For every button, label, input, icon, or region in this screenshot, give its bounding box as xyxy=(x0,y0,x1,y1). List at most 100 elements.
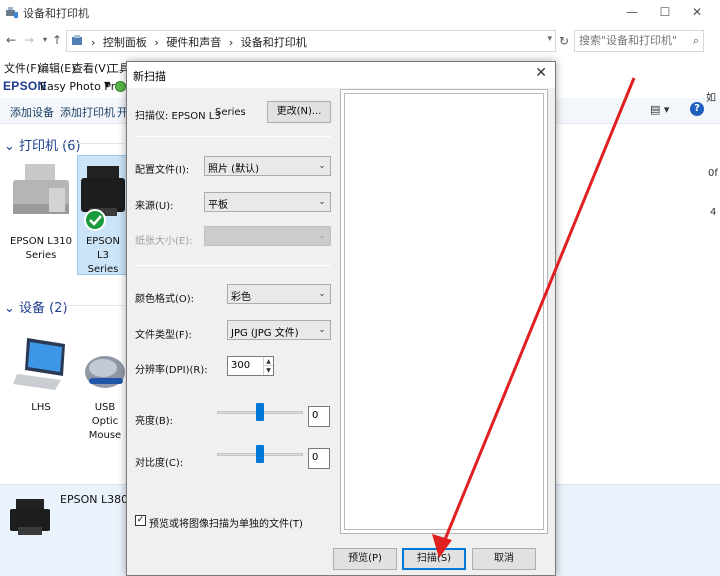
paper-size-label: 纸张大小(E): xyxy=(135,236,193,247)
change-view-icon[interactable]: ▤ ▾ xyxy=(650,103,669,116)
printer-item-epson-l380[interactable]: EPSON L3 Series xyxy=(79,160,127,277)
separator xyxy=(135,136,331,137)
device-item-lhs[interactable]: LHS xyxy=(10,334,72,415)
resolution-stepper[interactable]: 300 ▲ ▼ xyxy=(227,356,274,376)
new-scan-dialog: 新扫描 ✕ 扫描仪: EPSON L3 Series 更改(N)... 配置文件… xyxy=(126,61,556,576)
brightness-input[interactable]: 0 xyxy=(308,406,330,427)
scanner-suffix: Series xyxy=(215,107,246,118)
brightness-slider[interactable] xyxy=(217,403,303,423)
profile-label: 配置文件(I): xyxy=(135,165,190,176)
printer-icon xyxy=(81,166,125,231)
printers-section-label: 打印机 (6) xyxy=(19,139,81,154)
resolution-value: 300 xyxy=(231,360,251,371)
slider-thumb[interactable] xyxy=(256,403,264,421)
forward-arrow-icon[interactable]: → xyxy=(22,32,36,48)
devices-section-title[interactable]: ⌄ 设备 (2) xyxy=(4,297,68,316)
device-label: Series xyxy=(87,264,119,275)
color-format-select[interactable]: 彩色 ⌄ xyxy=(227,284,331,304)
collapse-chevron-icon: ⌄ xyxy=(4,301,15,316)
source-label: 来源(U): xyxy=(135,201,174,212)
chevron-down-icon: ⌄ xyxy=(318,325,326,335)
device-label: Series xyxy=(25,250,57,261)
preview-area xyxy=(340,89,548,534)
printers-section-title[interactable]: ⌄ 打印机 (6) xyxy=(4,135,81,154)
color-format-label: 颜色格式(O): xyxy=(135,294,195,305)
chevron-down-icon[interactable]: ▼ xyxy=(104,80,110,89)
help-icon[interactable]: ? xyxy=(690,102,704,116)
menu-file[interactable]: 文件(F) xyxy=(4,60,41,76)
printer-icon xyxy=(13,164,69,214)
window-title: 设备和打印机 xyxy=(23,7,89,20)
paper-size-select: ⌄ xyxy=(204,226,331,246)
brightness-label: 亮度(B): xyxy=(135,416,174,427)
menu-edit[interactable]: 编辑(E) xyxy=(38,60,76,76)
chevron-down-icon: ⌄ xyxy=(318,197,326,207)
slider-thumb[interactable] xyxy=(256,445,264,463)
separator xyxy=(135,265,331,266)
address-bar[interactable]: › 控制面板 › 硬件和声音 › 设备和打印机 ▾ xyxy=(66,30,556,52)
breadcrumb-sep-icon: › xyxy=(91,36,96,49)
breadcrumb: › 控制面板 › 硬件和声音 › 设备和打印机 xyxy=(91,34,311,50)
file-type-value: JPG (JPG 文件) xyxy=(231,328,299,339)
resolution-label: 分辨率(DPI)(R): xyxy=(135,365,208,376)
device-label: Mouse xyxy=(88,430,122,441)
printer-icon xyxy=(10,499,50,535)
printer-item-epson-l310[interactable]: EPSON L310 Series xyxy=(8,160,74,263)
refresh-icon[interactable]: ↻ xyxy=(559,34,569,48)
dialog-title: 新扫描 xyxy=(133,70,166,83)
spin-up-icon[interactable]: ▲ xyxy=(263,357,273,366)
contrast-input[interactable]: 0 xyxy=(308,448,330,469)
separate-files-label: 预览或将图像扫描为单独的文件(T) xyxy=(149,519,303,530)
file-type-label: 文件类型(F): xyxy=(135,330,192,341)
breadcrumb-sep-icon: › xyxy=(228,36,234,49)
file-type-select[interactable]: JPG (JPG 文件) ⌄ xyxy=(227,320,331,340)
add-printer-button[interactable]: 添加打印机 xyxy=(60,104,115,120)
up-arrow-icon[interactable]: ↑ xyxy=(50,32,64,48)
address-dropdown-icon[interactable]: ▾ xyxy=(547,34,552,44)
device-label: EPSON L310 xyxy=(10,236,72,247)
back-arrow-icon[interactable]: ← xyxy=(4,32,18,48)
breadcrumb-hardware-sound[interactable]: 硬件和声音 xyxy=(166,36,221,49)
close-icon[interactable]: ✕ xyxy=(535,65,547,81)
source-value: 平板 xyxy=(208,200,228,211)
search-input[interactable] xyxy=(579,34,683,47)
window-titlebar: 设备和打印机 — ☐ ✕ xyxy=(0,0,720,26)
contrast-slider[interactable] xyxy=(217,445,303,465)
breadcrumb-control-panel[interactable]: 控制面板 xyxy=(103,36,147,49)
contrast-label: 对比度(C): xyxy=(135,458,184,469)
edge-fragment: 4 xyxy=(710,207,717,218)
maximize-button[interactable]: ☐ xyxy=(650,2,680,22)
preview-frame xyxy=(344,93,544,530)
device-label: USB Optic xyxy=(91,402,119,427)
collapse-chevron-icon: ⌄ xyxy=(4,139,15,154)
profile-select[interactable]: 照片 (默认) ⌄ xyxy=(204,156,331,176)
devices-printers-icon xyxy=(6,7,18,18)
devices-section-label: 设备 (2) xyxy=(19,301,68,316)
status-dot-icon xyxy=(115,81,126,92)
cancel-button[interactable]: 取消 xyxy=(472,548,536,570)
device-item-usb-mouse[interactable]: USB Optic Mouse xyxy=(80,350,130,443)
spin-down-icon[interactable]: ▼ xyxy=(263,366,273,375)
chevron-down-icon: ⌄ xyxy=(318,231,326,241)
add-device-button[interactable]: 添加设备 xyxy=(10,104,54,120)
device-label: EPSON L3 xyxy=(85,236,121,261)
change-scanner-button[interactable]: 更改(N)... xyxy=(267,101,331,123)
breadcrumb-sep-icon: › xyxy=(154,36,159,49)
edge-fragment: 0f xyxy=(708,168,718,179)
section-divider xyxy=(52,305,124,306)
close-window-button[interactable]: ✕ xyxy=(682,2,712,22)
menu-view[interactable]: 查看(V) xyxy=(72,60,110,76)
laptop-icon xyxy=(13,338,65,390)
mouse-icon xyxy=(85,356,125,388)
source-select[interactable]: 平板 ⌄ xyxy=(204,192,331,212)
preview-button[interactable]: 预览(P) xyxy=(333,548,397,570)
search-icon: ⌕ xyxy=(692,34,699,47)
search-box[interactable]: ⌕ xyxy=(574,30,704,52)
profile-value: 照片 (默认) xyxy=(208,164,259,175)
minimize-button[interactable]: — xyxy=(617,2,647,22)
breadcrumb-devices-printers[interactable]: 设备和打印机 xyxy=(241,36,307,49)
separate-files-checkbox[interactable]: ✓ xyxy=(135,515,146,526)
dialog-titlebar: 新扫描 ✕ xyxy=(127,62,555,88)
scan-button[interactable]: 扫描(S) xyxy=(402,548,466,570)
device-label: LHS xyxy=(31,402,51,413)
